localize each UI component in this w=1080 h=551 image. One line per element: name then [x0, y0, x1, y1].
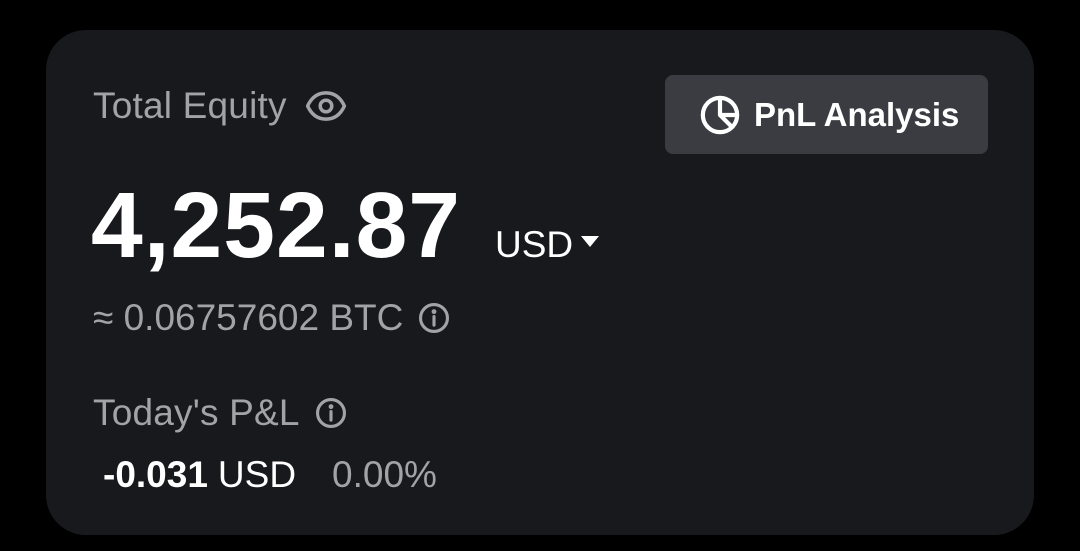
btc-equivalent-value: ≈ 0.06757602 BTC [93, 297, 404, 338]
pnl-analysis-button[interactable]: PnL Analysis [665, 75, 988, 154]
todays-pl-percent: 0.00% [332, 454, 437, 495]
info-icon[interactable] [417, 301, 451, 335]
pnl-analysis-label: PnL Analysis [754, 95, 960, 133]
btc-equivalent-row: ≈ 0.06757602 BTC [93, 293, 451, 343]
todays-pl-values: -0.031 USD 0.00% [103, 450, 437, 500]
todays-pl-header: Today's P&L [93, 388, 348, 438]
caret-down-icon [581, 235, 600, 247]
eye-icon[interactable] [305, 85, 347, 127]
todays-pl-currency: USD [217, 454, 297, 495]
total-equity-header: Total Equity [93, 82, 347, 130]
equity-value-row: 4,252.87 USD [91, 170, 600, 280]
currency-selector[interactable]: USD [495, 224, 600, 266]
total-equity-label: Total Equity [93, 85, 287, 126]
total-equity-value: 4,252.87 [91, 173, 462, 277]
todays-pl-label: Today's P&L [93, 392, 300, 433]
info-icon[interactable] [314, 396, 348, 430]
todays-pl-amount: -0.031 [103, 454, 208, 495]
total-equity-card: Total Equity PnL Analysis 4,252.87 USD ≈… [46, 30, 1034, 535]
pie-chart-icon [699, 94, 741, 136]
currency-label: USD [495, 224, 574, 265]
